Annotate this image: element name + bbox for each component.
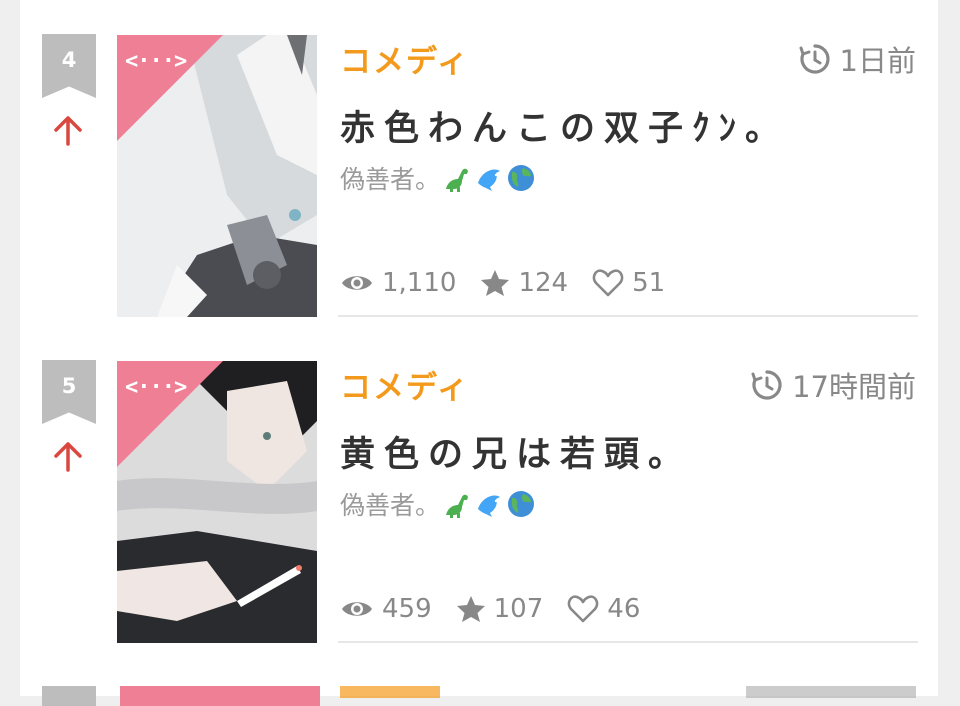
trend-up-icon [54,116,82,146]
history-clock-icon [751,370,782,400]
like-count: 46 [567,594,640,624]
next-cover-image[interactable] [120,686,320,706]
dolphin-icon [478,495,501,517]
rank-badge: 4 [42,34,96,98]
dinosaur-icon [446,494,469,518]
dinosaur-icon [446,168,469,192]
star-icon [456,596,485,622]
star-count-text: 124 [518,268,569,298]
rank-badge: 5 [42,360,96,424]
trend-up-icon [54,442,82,472]
globe-icon [508,165,535,191]
view-count-text: 1,110 [382,268,457,298]
star-count: 124 [480,268,568,298]
genre-label[interactable]: コメディ [340,362,470,407]
view-count: 1,110 [340,268,456,298]
updated-time: 17時間前 [750,364,916,406]
view-count: 459 [340,594,432,624]
heart-icon [592,269,624,297]
dolphin-icon [478,169,501,191]
stats-row: 1,110 124 51 [340,268,689,298]
star-count-text: 107 [493,594,544,624]
divider [338,315,918,317]
like-count-text: 46 [607,594,641,624]
stats-row: 459 107 46 [340,594,664,624]
code-icon: <···> [125,375,187,400]
next-updated-time [746,686,916,698]
heart-icon [567,595,599,623]
author-text: 偽善者。 [340,491,441,520]
cover-image[interactable]: <···> [117,35,317,317]
star-icon [481,270,510,296]
author-text: 偽善者。 [340,165,441,194]
code-icon: <···> [125,49,187,74]
globe-icon [508,491,535,517]
time-text: 1日前 [839,44,916,78]
history-clock-icon [799,44,830,74]
ranking-list: 4 <···> コメディ 1日前 赤色わんこの双子ｸﾝ。 偽善者。 1,110 … [20,0,938,696]
story-title[interactable]: 黄色の兄は若頭。 [340,426,692,477]
next-genre-label [340,686,440,698]
like-count-text: 51 [632,268,666,298]
author-name[interactable]: 偽善者。 [340,160,536,196]
list-item[interactable]: 5 <···> コメディ 17時間前 黄色の兄は若頭。 偽善者。 459 107… [20,326,938,652]
eye-icon [342,276,372,290]
next-rank-badge [42,686,96,706]
author-name[interactable]: 偽善者。 [340,486,536,522]
updated-time: 1日前 [798,38,916,80]
time-text: 17時間前 [792,370,916,404]
genre-label[interactable]: コメディ [340,36,470,81]
view-count-text: 459 [382,594,432,624]
list-item[interactable]: 4 <···> コメディ 1日前 赤色わんこの双子ｸﾝ。 偽善者。 1,110 … [20,0,938,326]
eye-icon [342,602,372,616]
cover-image[interactable]: <···> [117,361,317,643]
divider [338,641,918,643]
like-count: 51 [592,268,665,298]
story-title[interactable]: 赤色わんこの双子ｸﾝ。 [340,100,789,151]
star-count: 107 [456,594,544,624]
